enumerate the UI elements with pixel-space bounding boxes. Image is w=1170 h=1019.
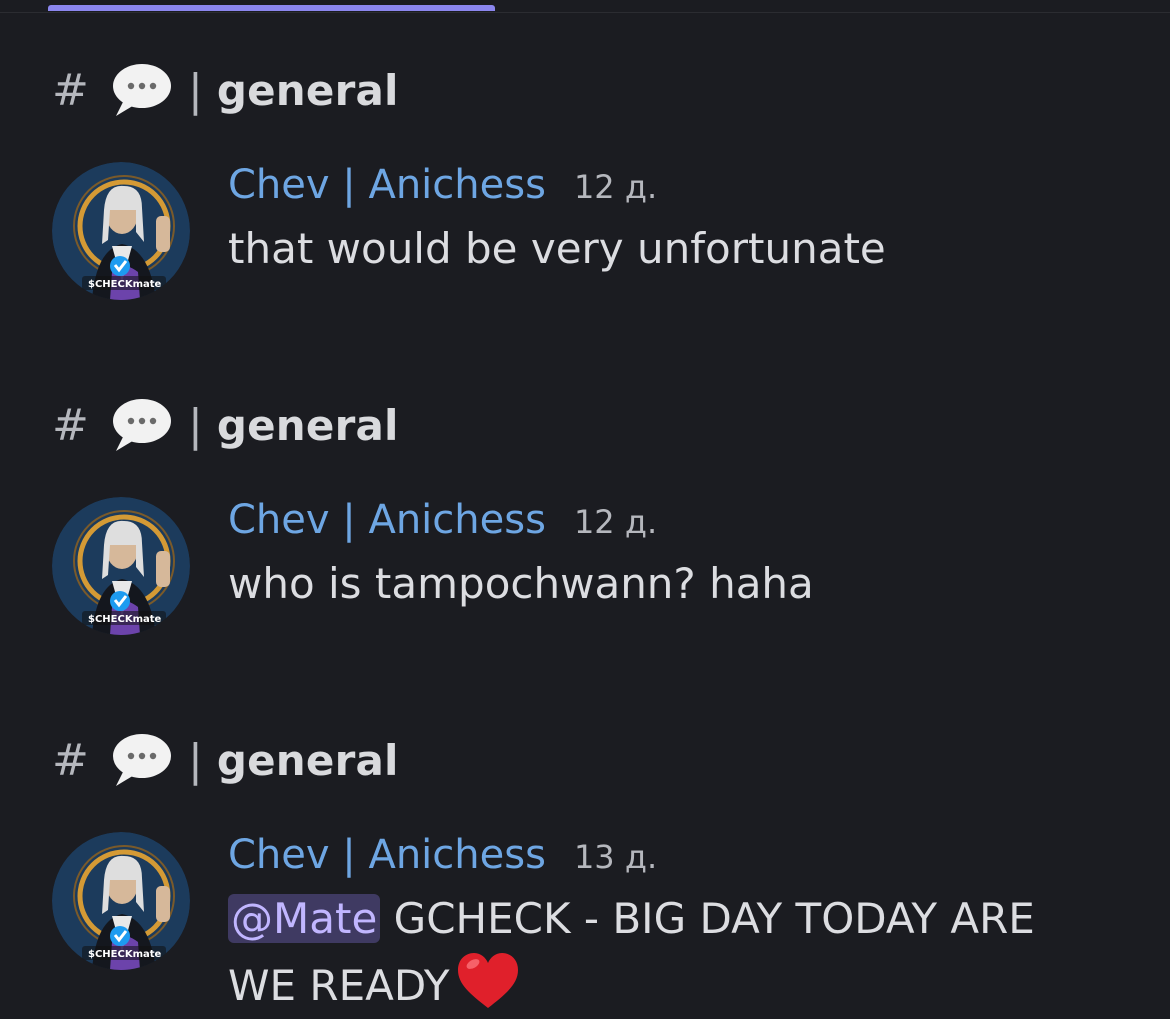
message-text: who is tampochwann? haha (228, 559, 814, 608)
channel-separator: | (188, 64, 203, 116)
message-text-line-2: WE READY (228, 950, 1035, 1017)
message-timestamp: 13 д. (573, 838, 658, 876)
channel-name: general (216, 735, 399, 785)
message-text: that would be very unfortunate (228, 224, 886, 273)
channel-separator: | (188, 734, 203, 786)
avatar-caption: $CHECKmate (88, 614, 162, 625)
channel-name: general (216, 400, 399, 450)
channel-hash-icon: # (52, 64, 89, 116)
channel-link[interactable]: # | general (52, 395, 399, 455)
speech-bubble-icon (113, 399, 171, 451)
channel-hash-icon: # (52, 399, 89, 451)
message-text: WE READY (228, 961, 450, 1010)
message-text: GCHECK - BIG DAY TODAY ARE (380, 894, 1035, 943)
speech-bubble-icon (113, 734, 171, 786)
avatar[interactable]: $CHECKmate (52, 162, 190, 300)
message-author[interactable]: Chev | Anichess (228, 162, 546, 208)
message-timestamp: 12 д. (573, 168, 658, 206)
message-author[interactable]: Chev | Anichess (228, 832, 546, 878)
speech-bubble-icon (113, 64, 171, 116)
channel-hash-icon: # (52, 734, 89, 786)
avatar[interactable]: $CHECKmate (52, 832, 190, 970)
channel-separator: | (188, 399, 203, 451)
message-timestamp: 12 д. (573, 503, 658, 541)
channel-link[interactable]: # | general (52, 730, 399, 790)
message-author[interactable]: Chev | Anichess (228, 497, 546, 543)
channel-link[interactable]: # | general (52, 60, 399, 120)
heart-emoji-icon (457, 953, 518, 1008)
channel-name: general (216, 65, 399, 115)
message-text-line-1: @Mate GCHECK - BIG DAY TODAY ARE (228, 888, 1035, 950)
active-tab-indicator (48, 5, 495, 11)
user-mention[interactable]: @Mate (228, 894, 381, 943)
top-bar (0, 0, 1170, 13)
avatar-caption: $CHECKmate (88, 949, 162, 960)
avatar[interactable]: $CHECKmate (52, 497, 190, 635)
avatar-caption: $CHECKmate (88, 279, 162, 290)
